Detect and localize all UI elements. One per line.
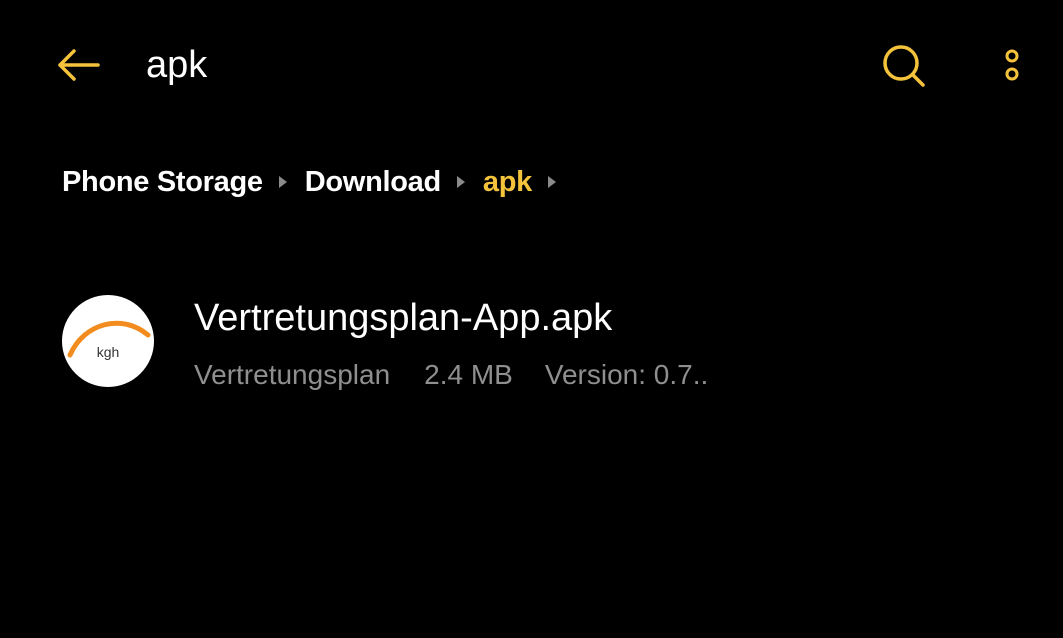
search-icon: [883, 45, 925, 87]
more-vertical-icon: [1005, 49, 1019, 81]
breadcrumb-separator-icon: [278, 176, 287, 188]
file-size: 2.4 MB: [424, 359, 513, 390]
app-icon-label: kgh: [97, 344, 120, 360]
back-button[interactable]: [50, 40, 106, 90]
arrow-left-icon: [58, 49, 100, 81]
breadcrumb-separator-icon: [547, 176, 556, 188]
page-title: apk: [146, 44, 208, 86]
more-options-button[interactable]: [990, 38, 1034, 94]
file-name: Vertretungsplan-App.apk: [194, 297, 613, 339]
search-button[interactable]: [876, 38, 932, 94]
app-bar: apk: [0, 0, 1063, 130]
breadcrumb-item-download[interactable]: Download: [305, 166, 441, 199]
breadcrumb-item-apk[interactable]: apk: [483, 166, 532, 199]
file-version: Version: 0.7..: [544, 359, 709, 390]
breadcrumb: Phone Storage Download apk: [62, 160, 574, 204]
breadcrumb-separator-icon: [456, 176, 465, 188]
file-app-label: Vertretungsplan: [194, 359, 391, 390]
app-icon: kgh: [62, 295, 154, 387]
file-meta: Vertretungsplan 2.4 MB Version: 0.7..: [194, 356, 708, 394]
file-list-item[interactable]: kgh Vertretungsplan-App.apk Vertretungsp…: [0, 280, 1063, 404]
breadcrumb-item-phone-storage[interactable]: Phone Storage: [62, 166, 263, 199]
